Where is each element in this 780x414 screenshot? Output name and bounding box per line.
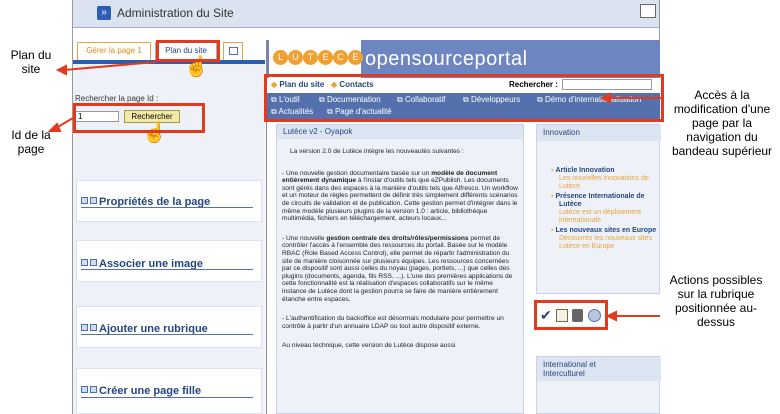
arrow-head [55,64,67,76]
arrow-head [599,92,611,104]
callout-arrows [47,61,664,322]
arrow-head [47,122,62,132]
arrow-head [605,310,617,322]
arrow-plan-du-site [63,61,157,71]
